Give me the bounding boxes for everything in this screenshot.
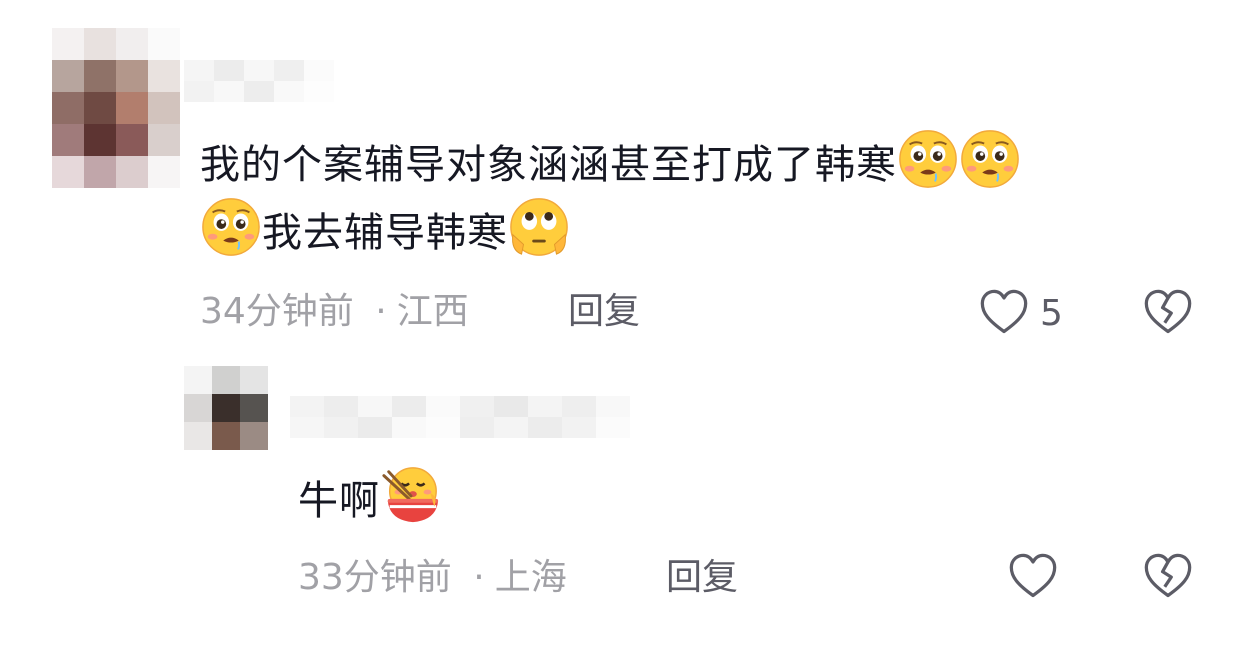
eye-roll-emoji [510,198,568,256]
broken-heart-icon[interactable] [1142,286,1194,338]
reply-button[interactable]: 回复 [666,556,738,600]
comment-location: 上海 [494,557,567,598]
username[interactable] [184,60,334,102]
pleading-drool-emoji [202,198,260,256]
comment-time: 33分钟前 [298,557,452,598]
comment-time: 34分钟前 [200,291,354,332]
avatar[interactable] [184,366,268,450]
heart-outline-icon[interactable] [978,286,1030,338]
eating-noodles-emoji [382,467,439,523]
comment-meta: 34分钟前 · 江西 [200,290,469,334]
like-count: 5 [1040,293,1063,334]
username[interactable] [290,396,630,438]
comment-text: 牛啊 [298,464,442,530]
comment-text: 我的个案辅导对象涵涵甚至打成了韩寒 [200,128,1021,194]
broken-heart-icon[interactable] [1142,550,1194,602]
meta-separator: · [473,557,485,598]
comment-text-main: 牛啊 [298,478,380,524]
comment-text-part2: 我去辅导韩寒 [262,210,508,256]
meta-separator: · [375,291,387,332]
comment-text-line2: 我去辅导韩寒 [200,196,570,262]
comment-location: 江西 [396,291,469,332]
heart-outline-icon[interactable] [1007,550,1059,602]
pleading-drool-emoji [899,130,957,188]
comment-meta: 33分钟前 · 上海 [298,556,567,600]
comment-text-part1: 我的个案辅导对象涵涵甚至打成了韩寒 [200,142,897,188]
avatar[interactable] [52,28,180,188]
pleading-drool-emoji [961,130,1019,188]
reply-button[interactable]: 回复 [568,290,640,334]
